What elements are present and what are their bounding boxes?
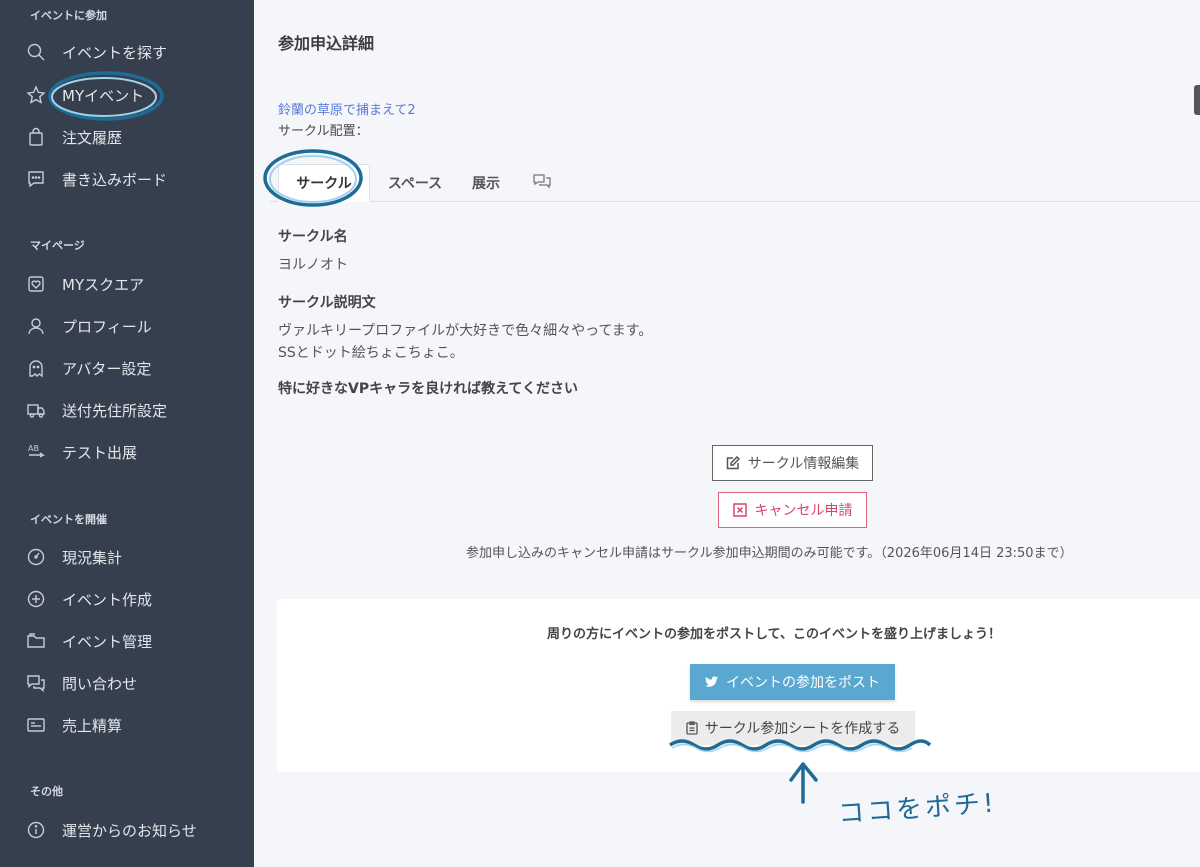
sidebar-item-contact[interactable]: 問い合わせ — [26, 668, 137, 698]
tab-space[interactable]: スペース — [370, 164, 460, 202]
share-panel: 周りの方にイベントの参加をポストして、このイベントを盛り上げましょう！ イベント… — [277, 599, 1200, 772]
comments-icon — [532, 171, 552, 195]
cancel-note: 参加申し込みのキャンセル申請はサークル参加申込期間のみ可能です。（2026年06… — [466, 546, 1073, 561]
tab-comments[interactable] — [522, 164, 562, 202]
sidebar-item-label: 注文履歴 — [62, 128, 123, 147]
description-line-2: SSとドット絵ちょこちょこ。 — [278, 345, 464, 361]
truck-icon — [26, 400, 46, 420]
circle-name-value: ヨルノオト — [278, 257, 348, 273]
tab-circle[interactable]: サークル — [278, 164, 370, 202]
plus-circle-icon — [26, 589, 46, 609]
sidebar-item-label: MYスクエア — [62, 275, 145, 294]
comments-icon — [26, 673, 46, 693]
sidebar-item-order-history[interactable]: 注文履歴 — [26, 122, 122, 152]
card-icon — [26, 715, 46, 735]
cancel-request-button[interactable]: キャンセル申請 — [718, 492, 867, 528]
create-sheet-button[interactable]: サークル参加シートを作成する — [671, 711, 915, 745]
sidebar-item-label: 書き込みボード — [62, 170, 168, 189]
chat-icon — [26, 169, 46, 189]
sidebar-item-label: プロフィール — [62, 317, 152, 336]
sidebar-item-test-exhibit[interactable]: AB テスト出展 — [26, 437, 137, 467]
svg-text:AB: AB — [28, 444, 39, 453]
description-line-1: ヴァルキリープロファイルが大好きで色々細々やってます。 — [278, 323, 653, 339]
sidebar-item-my-square[interactable]: MYスクエア — [26, 269, 144, 299]
folder-icon — [26, 631, 46, 651]
cancel-button-label: キャンセル申請 — [754, 503, 853, 519]
scrollbar-handle[interactable] — [1194, 85, 1200, 115]
sidebar-item-notices[interactable]: 運営からのお知らせ — [26, 815, 197, 845]
sidebar-item-label: 現況集計 — [62, 548, 123, 567]
edit-button-label: サークル情報編集 — [747, 456, 860, 472]
ghost-icon — [26, 358, 46, 378]
post-button-label: イベントの参加をポスト — [726, 675, 880, 691]
question-label: 特に好きなVPキャラを良ければ教えてください — [278, 381, 578, 397]
sidebar-item-shipping-address[interactable]: 送付先住所設定 — [26, 395, 167, 425]
sidebar-item-label: テスト出展 — [62, 443, 138, 462]
sidebar-item-label: 運営からのお知らせ — [62, 821, 197, 840]
sidebar-item-label: 問い合わせ — [62, 674, 138, 693]
sidebar-item-my-events[interactable]: MYイベント — [26, 80, 144, 110]
share-message: 周りの方にイベントの参加をポストして、このイベントを盛り上げましょう！ — [547, 627, 1001, 642]
sidebar-item-label: MYイベント — [62, 86, 145, 105]
section-join: イベントに参加 — [30, 9, 107, 22]
sidebar-item-label: 売上精算 — [62, 716, 123, 735]
circle-name-label: サークル名 — [278, 229, 348, 245]
sidebar-item-status[interactable]: 現況集計 — [26, 542, 122, 572]
bag-icon — [26, 127, 46, 147]
sidebar-item-avatar[interactable]: アバター設定 — [26, 353, 151, 383]
sidebar-item-label: イベント作成 — [62, 590, 153, 609]
circle-placement: サークル配置： — [278, 124, 369, 139]
ab-icon: AB — [26, 442, 46, 462]
sidebar-item-manage-events[interactable]: イベント管理 — [26, 626, 152, 656]
edit-circle-button[interactable]: サークル情報編集 — [712, 445, 873, 481]
dashboard-icon — [26, 547, 46, 567]
sidebar-item-label: 送付先住所設定 — [62, 401, 168, 420]
twitter-icon — [705, 676, 719, 687]
description-label: サークル説明文 — [278, 295, 376, 311]
heart-square-icon — [26, 274, 46, 294]
page-title: 参加申込詳細 — [278, 34, 375, 53]
sidebar-item-label: イベント管理 — [62, 632, 153, 651]
sidebar-item-board[interactable]: 書き込みボード — [26, 164, 167, 194]
clipboard-icon — [686, 721, 698, 735]
sidebar-item-label: アバター設定 — [62, 359, 152, 378]
sidebar-item-profile[interactable]: プロフィール — [26, 311, 152, 341]
sidebar-item-search-events[interactable]: イベントを探す — [26, 37, 167, 67]
section-host: イベントを開催 — [30, 513, 107, 526]
sidebar: イベントに参加 イベントを探す MYイベント 注文履歴 書き込みボード マイペー… — [0, 0, 254, 867]
sidebar-item-label: イベントを探す — [62, 43, 168, 62]
search-icon — [26, 42, 46, 62]
post-event-button[interactable]: イベントの参加をポスト — [690, 664, 895, 700]
info-icon — [26, 820, 46, 840]
sidebar-item-create-event[interactable]: イベント作成 — [26, 584, 152, 614]
main-content: 参加申込詳細 鈴蘭の草原で捕まえて2 サークル配置： サークル スペース 展示 … — [254, 0, 1200, 867]
edit-icon — [726, 456, 740, 470]
tab-bar: サークル スペース 展示 — [270, 164, 1200, 202]
close-icon — [732, 503, 747, 517]
tab-exhibit[interactable]: 展示 — [460, 164, 512, 202]
event-name-link[interactable]: 鈴蘭の草原で捕まえて2 — [278, 99, 416, 118]
section-mypage: マイページ — [30, 239, 85, 252]
sheet-button-label: サークル参加シートを作成する — [704, 721, 901, 737]
user-icon — [26, 316, 46, 336]
sidebar-item-sales[interactable]: 売上精算 — [26, 710, 122, 740]
section-other: その他 — [30, 785, 63, 798]
star-icon — [26, 85, 46, 105]
